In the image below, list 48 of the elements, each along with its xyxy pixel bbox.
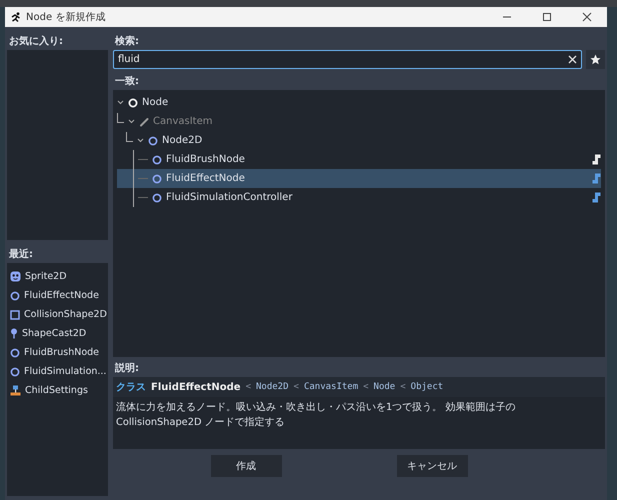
recent-item[interactable]: FluidSimulation... xyxy=(24,366,106,377)
separator: < xyxy=(294,382,299,392)
settings-node-icon xyxy=(10,385,21,396)
maximize-icon[interactable] xyxy=(542,12,552,22)
recent-item[interactable]: CollisionShape2D xyxy=(24,309,107,320)
node-circle-icon xyxy=(10,348,20,358)
node-circle-icon xyxy=(152,174,162,184)
favorite-button[interactable] xyxy=(586,50,605,69)
recent-label: 最近: xyxy=(8,248,34,262)
search-label: 検索: xyxy=(114,35,140,49)
window-title: Node を新規作成 xyxy=(26,10,106,24)
star-icon xyxy=(590,54,601,65)
recent-item[interactable]: FluidEffectNode xyxy=(24,290,99,301)
clear-icon[interactable] xyxy=(568,55,577,64)
separator: < xyxy=(400,382,406,392)
parent-class-link[interactable]: CanvasItem xyxy=(304,382,358,392)
node-circle-icon xyxy=(10,366,20,376)
close-icon[interactable] xyxy=(582,12,592,22)
node-circle-icon xyxy=(128,98,138,108)
node-circle-icon xyxy=(148,136,158,146)
recent-item[interactable]: FluidBrushNode xyxy=(24,347,100,358)
sprite-face-icon xyxy=(10,271,21,282)
parent-class-link[interactable]: Object xyxy=(410,382,444,392)
search-field[interactable]: fluid xyxy=(113,50,582,69)
separator: < xyxy=(246,382,251,392)
favorites-label: お気に入り: xyxy=(8,35,64,49)
chevron-down-icon[interactable] xyxy=(117,99,124,106)
node-circle-icon xyxy=(152,154,162,164)
recent-item[interactable]: ChildSettings xyxy=(25,385,88,396)
node-circle-icon xyxy=(10,290,20,300)
tree-item[interactable]: Node xyxy=(117,93,601,112)
node-circle-icon xyxy=(152,192,162,202)
separator: < xyxy=(363,382,369,392)
parent-class-link[interactable]: Node xyxy=(374,382,396,392)
matches-label: 一致: xyxy=(114,75,140,89)
class-name: FluidEffectNode xyxy=(151,382,241,392)
description-label: 説明: xyxy=(114,362,140,376)
recent-item[interactable]: Sprite2D xyxy=(25,271,67,282)
recent-item[interactable]: ShapeCast2D xyxy=(22,328,86,339)
running-figure-icon xyxy=(11,12,21,22)
description-text: 流体に力を加えるノード。吸い込み・吹き出し・パス沿いを1つで扱う。 効果範囲は子の CollisionShape2D ノードで指定する xyxy=(115,400,516,430)
dialog-button[interactable]: キャンセル xyxy=(396,455,468,477)
pin-icon xyxy=(10,328,18,339)
brush-icon xyxy=(139,116,149,126)
square-icon xyxy=(10,310,20,320)
dialog-button[interactable]: 作成 xyxy=(210,455,282,477)
parent-class-link[interactable]: Node2D xyxy=(256,382,289,392)
class-label: クラス xyxy=(116,381,146,394)
